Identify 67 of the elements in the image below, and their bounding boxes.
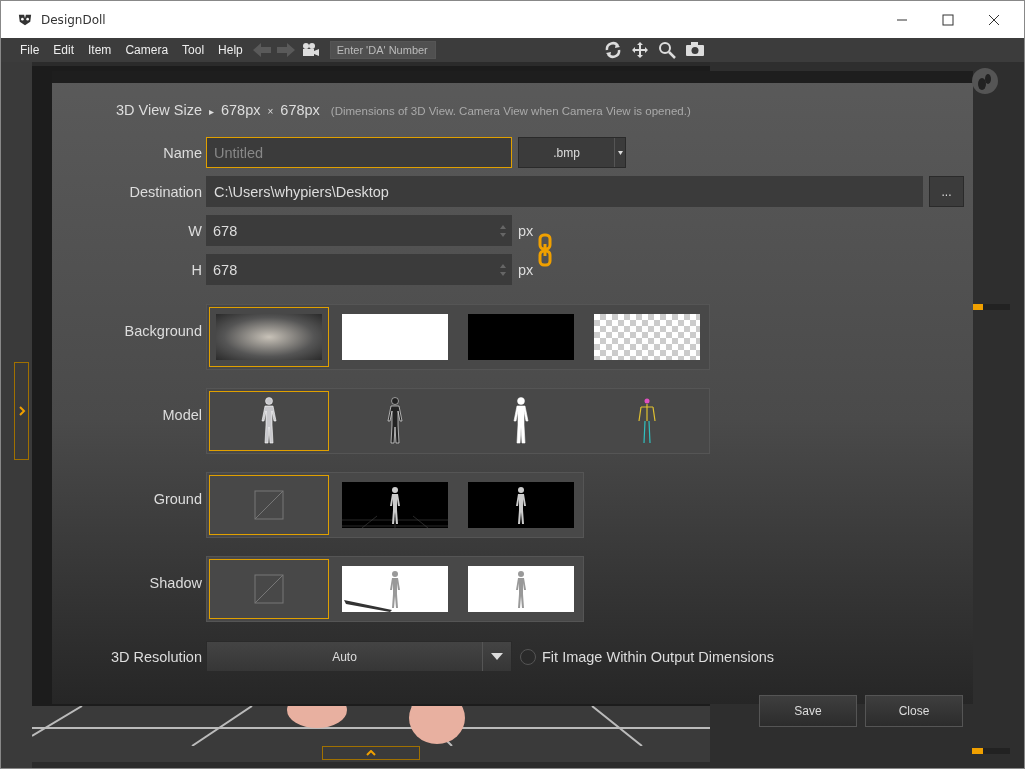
height-value: 678px <box>280 102 320 118</box>
figure-preview-icon <box>468 566 574 612</box>
dimension-label: W <box>188 222 202 239</box>
figure-preview-icon <box>468 482 574 528</box>
figure-preview-icon <box>342 566 448 612</box>
view-size-note: (Dimensions of 3D View. Camera View when Camera View is opened.) <box>330 105 691 117</box>
dimension-field[interactable]: 678 <box>206 215 512 246</box>
menu-item[interactable]: Item <box>81 43 119 57</box>
menu-item[interactable]: Help <box>211 43 250 57</box>
maximize-icon[interactable] <box>942 13 954 26</box>
arrow-glyph: ▸ <box>208 106 214 117</box>
option-group-label: Model <box>162 407 202 423</box>
menu-item[interactable]: Camera <box>118 43 176 57</box>
window-title: DesignDoll <box>41 12 106 27</box>
chain-link-icon[interactable] <box>537 233 554 267</box>
footprint-icon[interactable] <box>971 67 999 95</box>
figure-icon <box>385 397 405 445</box>
dialog-button[interactable]: Save <box>759 695 857 727</box>
search-field[interactable]: Enter 'DA' Number <box>329 41 436 59</box>
figure-icon <box>259 397 279 445</box>
option-tile[interactable] <box>209 559 329 619</box>
rotate-icon[interactable] <box>603 41 622 59</box>
unit-label: px <box>518 222 534 239</box>
menu-item[interactable]: Edit <box>46 43 82 57</box>
destination-field[interactable]: C:\Users\whypiers\Desktop <box>206 176 923 207</box>
figure-preview-icon <box>342 482 448 528</box>
bottom-panel-tab[interactable] <box>322 746 420 760</box>
logo-icon <box>17 12 33 27</box>
radio-button[interactable] <box>520 648 536 665</box>
indicator-bar <box>972 748 1010 754</box>
search-icon[interactable] <box>657 41 676 59</box>
dimension-label: H <box>191 261 202 278</box>
none-icon <box>254 574 284 604</box>
option-tile[interactable] <box>209 475 329 535</box>
menu-item[interactable]: Tool <box>175 43 212 57</box>
dialog-button[interactable]: Close <box>865 695 963 727</box>
menu-item[interactable]: File <box>13 43 47 57</box>
camera-icon[interactable] <box>684 41 705 57</box>
figure-icon <box>511 397 531 445</box>
resolution-dropdown[interactable]: Auto <box>206 641 512 672</box>
view-size-label: 3D View Size <box>116 102 202 118</box>
name-field[interactable]: Untitled <box>206 137 512 168</box>
width-value: 678px <box>220 102 261 118</box>
resolution-label: 3D Resolution <box>110 648 202 665</box>
fit-option-label[interactable]: Fit Image Within Output Dimensions <box>542 648 775 665</box>
caret-icon <box>491 653 503 660</box>
dimension-field[interactable]: 678 <box>206 254 512 285</box>
times-sign: × <box>267 106 274 117</box>
name-label: Name <box>163 144 202 161</box>
option-group-label: Background <box>124 323 202 339</box>
skeleton-icon <box>637 397 657 445</box>
format-dropdown[interactable]: .bmp <box>518 137 626 168</box>
option-group-label: Ground <box>153 491 202 507</box>
indicator-bar <box>972 304 1010 310</box>
none-icon <box>254 490 284 520</box>
close-icon[interactable] <box>988 13 1000 26</box>
chevron-icon <box>17 406 26 416</box>
caret-icon <box>617 150 623 155</box>
caret-icon <box>366 750 376 756</box>
option-tile[interactable] <box>209 391 329 451</box>
unit-label: px <box>518 261 534 278</box>
option-group-label: Shadow <box>149 575 202 591</box>
option-tile[interactable] <box>209 307 329 367</box>
side-panel-tab[interactable] <box>14 362 29 460</box>
destination-label: Destination <box>129 183 202 200</box>
browse-button[interactable]: ... <box>929 176 964 207</box>
move-icon[interactable] <box>630 41 649 59</box>
